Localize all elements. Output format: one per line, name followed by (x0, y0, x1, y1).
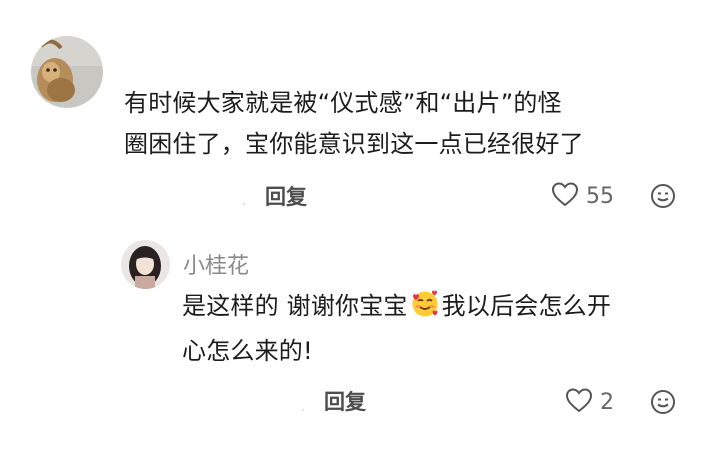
smiley-icon (650, 184, 676, 213)
reply-emoji-reaction-button[interactable] (650, 389, 676, 419)
reply-text-part-2: 我以后会怎么开 (441, 292, 612, 320)
reply-reply-button[interactable]: 回复 (324, 386, 366, 416)
comment-like-button[interactable]: 55 (551, 181, 614, 211)
reply-text-part-1: 是这样的 谢谢你宝宝 (182, 292, 408, 320)
heart-outline-icon (565, 387, 593, 417)
reply-like-count: 2 (600, 389, 614, 415)
smiley-icon (650, 390, 676, 419)
comment-like-count: 55 (586, 183, 614, 209)
comment-author-avatar[interactable] (31, 36, 103, 108)
divider-dot (302, 409, 304, 411)
reply-author-avatar[interactable] (121, 240, 170, 289)
reply-like-button[interactable]: 2 (565, 387, 614, 417)
comment-emoji-reaction-button[interactable] (650, 183, 676, 213)
comment-text-line-2: 圈困住了，宝你能意识到这一点已经很好了 (124, 130, 584, 158)
smiling-face-with-hearts-icon (410, 289, 440, 329)
heart-outline-icon (551, 181, 579, 211)
divider-dot (243, 203, 245, 205)
reply-username[interactable]: 小桂花 (183, 248, 249, 280)
reply-text-line-1: 是这样的 谢谢你宝宝 我以后会怎么开 (182, 289, 611, 329)
comment-text-line-1: 有时候大家就是被“仪式感”和“出片”的怪 (124, 89, 562, 117)
reply-text-line-2: 心怎么来的! (182, 337, 313, 365)
comment-reply-button[interactable]: 回复 (265, 181, 307, 211)
